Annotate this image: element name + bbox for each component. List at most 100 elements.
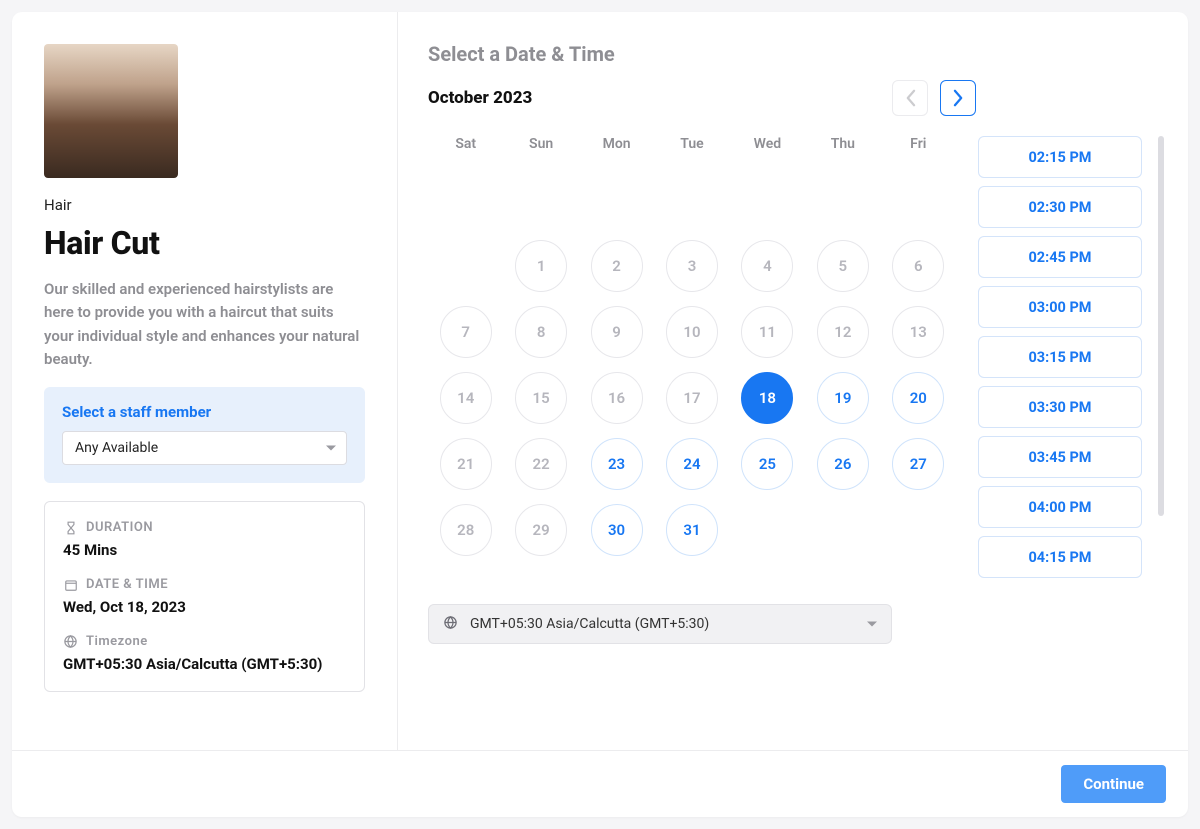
day-available[interactable]: 25 bbox=[741, 438, 793, 490]
prev-month-button[interactable] bbox=[892, 80, 928, 116]
day-available[interactable]: 27 bbox=[892, 438, 944, 490]
timezone-row: GMT+05:30 Asia/Calcutta (GMT+5:30) bbox=[428, 604, 1158, 644]
day-unavailable: 1 bbox=[515, 240, 567, 292]
day-unavailable: 11 bbox=[741, 306, 793, 358]
day-cell: 4 bbox=[730, 240, 805, 292]
staff-box: Select a staff member Any Available bbox=[44, 387, 365, 483]
section-header: Select a Date & Time bbox=[428, 42, 1158, 66]
weekday-label: Mon bbox=[579, 136, 654, 152]
day-cell bbox=[428, 240, 503, 292]
day-cell: 23 bbox=[579, 438, 654, 490]
globe-icon bbox=[63, 634, 78, 649]
day-empty bbox=[817, 174, 869, 226]
time-slots[interactable]: 02:15 PM 02:30 PM 02:45 PM 03:00 PM 03:15 PM… bbox=[978, 136, 1142, 578]
day-unavailable: 5 bbox=[817, 240, 869, 292]
time-slot[interactable]: 02:30 PM bbox=[978, 186, 1142, 228]
next-month-button[interactable] bbox=[940, 80, 976, 116]
day-empty bbox=[817, 504, 869, 556]
day-cell: 25 bbox=[730, 438, 805, 490]
day-cell bbox=[881, 174, 956, 226]
time-slot[interactable]: 02:15 PM bbox=[978, 136, 1142, 178]
time-slot[interactable]: 04:15 PM bbox=[978, 536, 1142, 578]
day-selected[interactable]: 18 bbox=[741, 372, 793, 424]
day-cell: 9 bbox=[579, 306, 654, 358]
day-cell: 31 bbox=[654, 504, 729, 556]
time-slot[interactable]: 04:00 PM bbox=[978, 486, 1142, 528]
staff-label: Select a staff member bbox=[62, 403, 347, 421]
day-available[interactable]: 31 bbox=[666, 504, 718, 556]
day-cell bbox=[428, 174, 503, 226]
day-unavailable: 17 bbox=[666, 372, 718, 424]
timezone-select[interactable]: GMT+05:30 Asia/Calcutta (GMT+5:30) bbox=[428, 604, 892, 644]
day-empty bbox=[666, 174, 718, 226]
day-unavailable: 9 bbox=[591, 306, 643, 358]
time-slot[interactable]: 03:45 PM bbox=[978, 436, 1142, 478]
day-cell: 20 bbox=[881, 372, 956, 424]
month-nav bbox=[892, 80, 976, 116]
day-empty bbox=[440, 174, 492, 226]
day-unavailable: 21 bbox=[440, 438, 492, 490]
duration-value: 45 Mins bbox=[63, 541, 346, 559]
day-empty bbox=[515, 174, 567, 226]
day-available[interactable]: 19 bbox=[817, 372, 869, 424]
days-grid: 1234567891011121314151617181920212223242… bbox=[428, 174, 956, 556]
day-available[interactable]: 26 bbox=[817, 438, 869, 490]
day-cell bbox=[654, 174, 729, 226]
day-cell bbox=[805, 174, 880, 226]
day-available[interactable]: 30 bbox=[591, 504, 643, 556]
datetime-label: DATE & TIME bbox=[86, 577, 168, 592]
day-cell bbox=[881, 504, 956, 556]
scrollbar[interactable] bbox=[1158, 136, 1164, 516]
day-unavailable: 28 bbox=[440, 504, 492, 556]
month-row: October 2023 bbox=[428, 80, 1158, 116]
day-unavailable: 4 bbox=[741, 240, 793, 292]
time-slot[interactable]: 03:00 PM bbox=[978, 286, 1142, 328]
day-unavailable: 14 bbox=[440, 372, 492, 424]
datetime-label-row: DATE & TIME bbox=[63, 577, 346, 592]
day-cell: 19 bbox=[805, 372, 880, 424]
day-empty bbox=[741, 174, 793, 226]
day-unavailable: 22 bbox=[515, 438, 567, 490]
day-cell: 15 bbox=[503, 372, 578, 424]
duration-label-row: DURATION bbox=[63, 520, 346, 535]
day-cell: 17 bbox=[654, 372, 729, 424]
day-cell bbox=[579, 174, 654, 226]
weekday-label: Sat bbox=[428, 136, 503, 152]
calendar-icon bbox=[63, 577, 78, 592]
day-cell: 12 bbox=[805, 306, 880, 358]
caret-down-icon bbox=[867, 622, 877, 627]
day-cell bbox=[730, 504, 805, 556]
day-available[interactable]: 24 bbox=[666, 438, 718, 490]
day-cell: 22 bbox=[503, 438, 578, 490]
time-slot[interactable]: 03:15 PM bbox=[978, 336, 1142, 378]
hourglass-icon bbox=[63, 520, 78, 535]
time-slot[interactable]: 02:45 PM bbox=[978, 236, 1142, 278]
day-empty bbox=[741, 504, 793, 556]
day-cell: 6 bbox=[881, 240, 956, 292]
day-cell bbox=[730, 174, 805, 226]
day-unavailable: 8 bbox=[515, 306, 567, 358]
day-cell: 14 bbox=[428, 372, 503, 424]
time-slot[interactable]: 03:30 PM bbox=[978, 386, 1142, 428]
day-empty bbox=[892, 504, 944, 556]
day-cell: 3 bbox=[654, 240, 729, 292]
chevron-left-icon bbox=[905, 89, 916, 107]
day-unavailable: 29 bbox=[515, 504, 567, 556]
day-cell: 27 bbox=[881, 438, 956, 490]
duration-label: DURATION bbox=[86, 520, 153, 535]
continue-button[interactable]: Continue bbox=[1061, 765, 1166, 803]
service-title: Hair Cut bbox=[44, 224, 365, 262]
globe-icon bbox=[443, 615, 458, 634]
right-panel: Select a Date & Time October 2023 SatSun… bbox=[398, 12, 1188, 750]
day-available[interactable]: 20 bbox=[892, 372, 944, 424]
timezone-value: GMT+05:30 Asia/Calcutta (GMT+5:30) bbox=[63, 655, 346, 673]
staff-select[interactable]: Any Available bbox=[62, 431, 347, 465]
calendar: SatSunMonTueWedThuFri 123456789101112131… bbox=[428, 136, 956, 578]
day-empty bbox=[892, 174, 944, 226]
datetime-value: Wed, Oct 18, 2023 bbox=[63, 598, 346, 616]
weekday-label: Wed bbox=[730, 136, 805, 152]
timezone-label-row: Timezone bbox=[63, 634, 346, 649]
weekday-label: Thu bbox=[805, 136, 880, 152]
day-available[interactable]: 23 bbox=[591, 438, 643, 490]
day-unavailable: 10 bbox=[666, 306, 718, 358]
